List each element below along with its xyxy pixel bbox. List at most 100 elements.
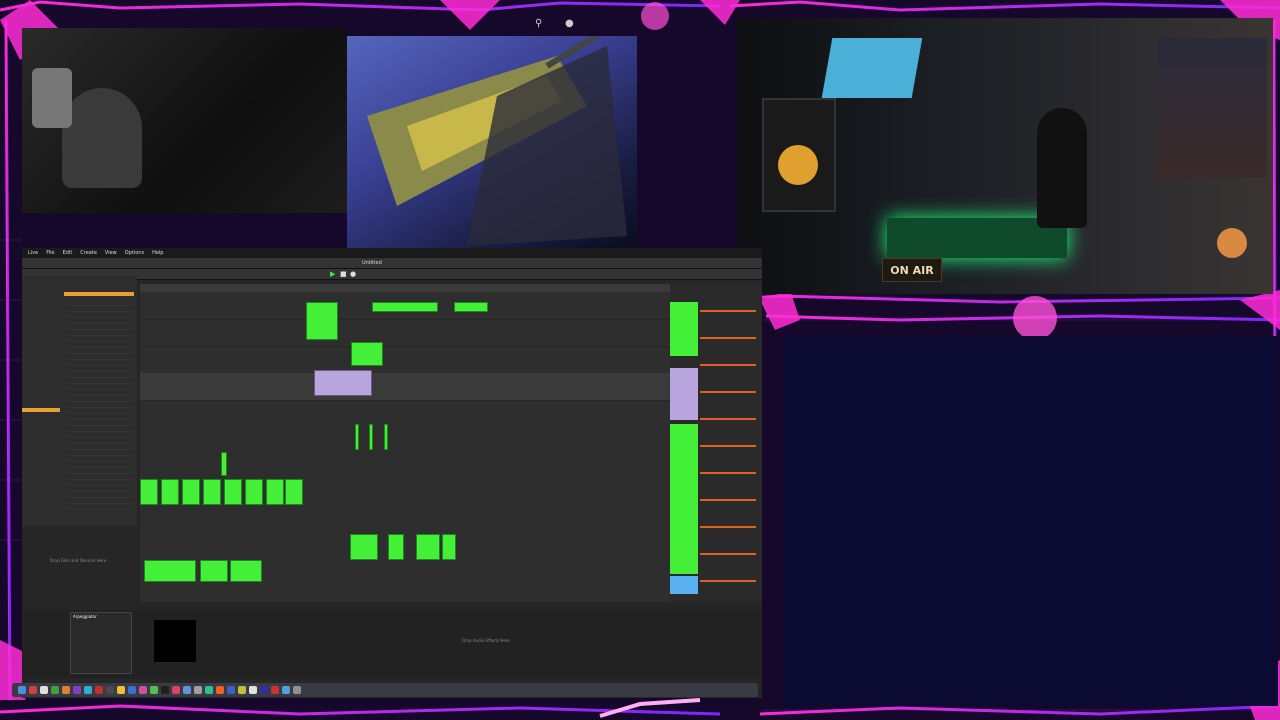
midi-clip[interactable] — [454, 302, 488, 312]
audio-clip[interactable] — [200, 560, 228, 582]
daw-title: Untitled — [362, 260, 382, 266]
track-lane[interactable] — [140, 346, 670, 374]
arpeggiator-device[interactable]: Arpeggiator — [70, 612, 132, 674]
finder-icon[interactable] — [18, 686, 26, 694]
midi-clip[interactable] — [306, 302, 338, 340]
midi-clip[interactable] — [372, 302, 438, 312]
menu-view[interactable]: View — [105, 250, 117, 256]
track-header[interactable] — [670, 302, 698, 356]
on-air-sign: ON AIR — [882, 258, 942, 282]
daw-window: Live File Edit Create View Options Help … — [22, 248, 762, 698]
audio-clip[interactable] — [140, 479, 158, 505]
app-icon[interactable] — [29, 686, 37, 694]
blank-overlay-panel — [782, 336, 1278, 706]
audio-clip[interactable] — [230, 560, 262, 582]
device-display — [154, 620, 196, 662]
app-icon[interactable] — [117, 686, 125, 694]
app-icon[interactable] — [95, 686, 103, 694]
mixer-panel — [670, 284, 762, 602]
app-icon[interactable] — [249, 686, 257, 694]
track-lane-selected[interactable] — [140, 373, 670, 401]
browser-file-list[interactable] — [66, 300, 134, 510]
poster-wall — [1157, 38, 1267, 178]
app-icon[interactable] — [51, 686, 59, 694]
app-icon[interactable] — [293, 686, 301, 694]
app-icon[interactable] — [238, 686, 246, 694]
record-button[interactable]: ● — [350, 270, 356, 278]
audio-clip[interactable] — [144, 560, 196, 582]
washing-machine — [32, 68, 72, 128]
person-silhouette — [62, 88, 142, 188]
browser-selected-item[interactable] — [64, 292, 134, 296]
menu-live[interactable]: Live — [28, 250, 38, 256]
audio-clip[interactable] — [285, 479, 303, 505]
midi-clip[interactable] — [221, 452, 227, 476]
app-icon[interactable] — [282, 686, 290, 694]
daw-title-bar: Untitled — [22, 258, 762, 269]
mic-icon[interactable]: ● — [565, 18, 574, 29]
clip-drop-hint: Drop Files and Devices Here — [50, 558, 107, 563]
selected-midi-clip[interactable] — [314, 370, 372, 396]
return-track-header[interactable] — [670, 576, 698, 594]
app-icon[interactable] — [73, 686, 81, 694]
app-icon[interactable] — [271, 686, 279, 694]
timeline-ruler[interactable] — [140, 284, 670, 292]
track-header[interactable] — [670, 424, 698, 574]
device-title: Arpeggiator — [73, 614, 97, 619]
midi-clip[interactable] — [384, 424, 388, 450]
midi-clip[interactable] — [369, 424, 373, 450]
webcam-left-panel — [22, 28, 347, 213]
midi-clip[interactable] — [355, 424, 359, 450]
app-icon[interactable] — [40, 686, 48, 694]
drop-effects-hint: Drop Audio Effects Here — [462, 638, 510, 643]
menu-create[interactable]: Create — [80, 250, 97, 256]
track-lane[interactable] — [140, 319, 670, 347]
app-icon[interactable] — [194, 686, 202, 694]
audio-clip[interactable] — [266, 479, 284, 505]
mixer-controls[interactable] — [700, 302, 756, 592]
app-icon[interactable] — [172, 686, 180, 694]
app-icon[interactable] — [227, 686, 235, 694]
audio-clip[interactable] — [182, 479, 200, 505]
daw-menubar: Live File Edit Create View Options Help — [22, 248, 762, 258]
midi-clip[interactable] — [351, 342, 383, 366]
app-icon[interactable] — [260, 686, 268, 694]
stop-button[interactable]: ■ — [340, 270, 347, 278]
device-detail-view: Arpeggiator Drop Audio Effects Here — [22, 610, 762, 678]
audio-clip[interactable] — [203, 479, 221, 505]
app-icon[interactable] — [106, 686, 114, 694]
producer-silhouette — [1037, 108, 1087, 228]
video-frame-image — [367, 36, 627, 246]
menu-file[interactable]: File — [46, 250, 54, 256]
menu-edit[interactable]: Edit — [63, 250, 73, 256]
cat — [1217, 228, 1247, 258]
app-icon[interactable] — [139, 686, 147, 694]
studio-camera-panel — [737, 18, 1273, 294]
app-icon[interactable] — [161, 686, 169, 694]
app-icon[interactable] — [205, 686, 213, 694]
audio-clip[interactable] — [442, 534, 456, 560]
audio-clip[interactable] — [416, 534, 440, 560]
audio-clip[interactable] — [350, 534, 378, 560]
app-icon[interactable] — [128, 686, 136, 694]
app-icon[interactable] — [150, 686, 158, 694]
menu-help[interactable]: Help — [152, 250, 163, 256]
play-button[interactable]: ▶ — [330, 270, 335, 278]
monitor-screen — [821, 38, 923, 98]
app-icon[interactable] — [84, 686, 92, 694]
track-header-selected[interactable] — [670, 368, 698, 420]
arrangement-view — [140, 284, 670, 602]
audio-clip[interactable] — [245, 479, 263, 505]
video-panel — [347, 36, 637, 250]
app-icon[interactable] — [183, 686, 191, 694]
audio-clip[interactable] — [224, 479, 242, 505]
menu-options[interactable]: Options — [125, 250, 144, 256]
browser-category-selected[interactable] — [22, 408, 60, 412]
browser-panel — [22, 276, 137, 526]
app-icon[interactable] — [216, 686, 224, 694]
audio-clip[interactable] — [388, 534, 404, 560]
macos-dock — [12, 683, 758, 697]
audio-clip[interactable] — [161, 479, 179, 505]
search-icon[interactable]: ⚲ — [535, 18, 542, 29]
app-icon[interactable] — [62, 686, 70, 694]
